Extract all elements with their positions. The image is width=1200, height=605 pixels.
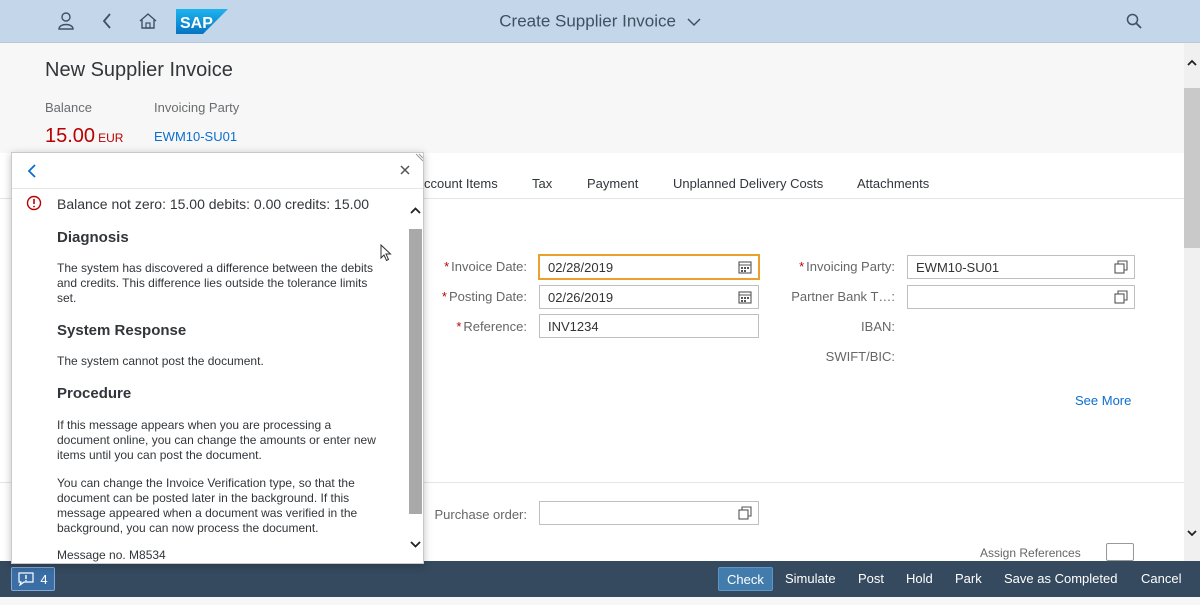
message-popover-button[interactable]: 4 — [11, 567, 55, 591]
popover-header — [12, 153, 423, 189]
footer-toolbar: 4 Check Simulate Post Hold Park Save as … — [0, 561, 1200, 597]
invoicing-party-field[interactable]: EWM10-SU01 — [907, 255, 1135, 279]
popover-body: Balance not zero: 15.00 debits: 0.00 cre… — [12, 189, 408, 563]
error-icon — [26, 195, 42, 211]
system-response-text: The system cannot post the document. — [57, 354, 264, 368]
procedure-text-1: If this message appears when you are pro… — [57, 418, 376, 462]
popover-scroll-thumb[interactable] — [409, 229, 422, 514]
tab-attachments[interactable]: Attachments — [857, 176, 929, 191]
check-button[interactable]: Check — [718, 567, 773, 591]
party-value-link[interactable]: EWM10-SU01 — [154, 129, 237, 144]
search-icon[interactable] — [1122, 10, 1146, 32]
invoice-date-field[interactable]: 02/28/2019 — [539, 255, 759, 279]
tab-tax[interactable]: Tax — [532, 176, 552, 191]
balance-currency: EUR — [98, 131, 124, 145]
swift-label: SWIFT/BIC: — [825, 349, 895, 364]
error-message: Balance not zero: 15.00 debits: 0.00 cre… — [57, 196, 370, 212]
mouse-cursor-icon — [380, 244, 392, 262]
value-help-icon[interactable] — [1114, 260, 1128, 274]
message-icon — [18, 572, 34, 586]
scroll-down-icon[interactable] — [1186, 527, 1198, 539]
chevron-down-icon — [687, 17, 701, 26]
procedure-heading: Procedure — [57, 385, 132, 402]
value-help-icon[interactable] — [738, 506, 752, 520]
posting-date-label: * Posting Date: — [441, 289, 527, 304]
hold-button[interactable]: Hold — [906, 567, 933, 591]
back-icon[interactable] — [24, 163, 40, 179]
message-popover: Balance not zero: 15.00 debits: 0.00 cre… — [11, 152, 424, 564]
resize-handle-icon[interactable] — [414, 153, 424, 163]
balance-label: Balance — [45, 100, 92, 115]
scroll-up-icon[interactable] — [1186, 57, 1198, 69]
message-count: 4 — [40, 571, 48, 587]
system-response-heading: System Response — [57, 322, 187, 339]
partner-bank-label: Partner Bank T…: — [791, 289, 895, 304]
app-title-text: Create Supplier Invoice — [499, 11, 676, 31]
scroll-up-icon[interactable] — [409, 205, 422, 217]
calendar-icon[interactable] — [738, 260, 752, 274]
scroll-down-icon[interactable] — [409, 538, 422, 550]
see-more-link[interactable]: See More — [1075, 393, 1131, 408]
popover-scrollbar[interactable] — [408, 189, 423, 563]
park-button[interactable]: Park — [955, 567, 982, 591]
value-help-icon[interactable] — [1114, 290, 1128, 304]
app-title[interactable]: Create Supplier Invoice — [0, 11, 1200, 32]
reference-label: * Reference: — [456, 319, 527, 334]
posting-date-field[interactable]: 02/26/2019 — [539, 285, 759, 309]
assign-references-label: Assign References — [980, 546, 1081, 560]
save-as-completed-button[interactable]: Save as Completed — [1004, 567, 1117, 591]
object-header: New Supplier Invoice Balance Invoicing P… — [0, 43, 1184, 153]
close-icon[interactable] — [398, 163, 412, 177]
procedure-text-2: You can change the Invoice Verification … — [57, 476, 358, 535]
reference-field[interactable]: INV1234 — [539, 314, 759, 338]
invoice-date-label: * Invoice Date: — [444, 259, 527, 274]
cancel-button[interactable]: Cancel — [1141, 567, 1181, 591]
balance-amount: 15.00 — [45, 125, 96, 147]
simulate-button[interactable]: Simulate — [785, 567, 836, 591]
balance-value: 15.00 EUR — [45, 125, 123, 148]
tab-account-items[interactable]: ccount Items — [424, 176, 498, 191]
diagnosis-text: The system has discovered a difference b… — [57, 261, 373, 305]
tab-payment[interactable]: Payment — [587, 176, 638, 191]
message-number: Message no. M8534 — [57, 548, 166, 562]
partner-bank-field[interactable] — [907, 285, 1135, 309]
assign-references-button[interactable] — [1106, 543, 1134, 561]
calendar-icon[interactable] — [738, 290, 752, 304]
party-label: Invoicing Party — [154, 100, 240, 115]
tab-unplanned-delivery-costs[interactable]: Unplanned Delivery Costs — [673, 176, 823, 191]
page-scroll-thumb[interactable] — [1184, 88, 1200, 248]
page-scrollbar[interactable] — [1184, 43, 1200, 561]
page-title: New Supplier Invoice — [45, 59, 233, 81]
diagnosis-heading: Diagnosis — [57, 229, 129, 246]
iban-label: IBAN: — [861, 319, 895, 334]
post-button[interactable]: Post — [858, 567, 884, 591]
invoicing-party-label: * Invoicing Party: — [799, 259, 895, 274]
shell-bar: SAP Create Supplier Invoice — [0, 0, 1200, 43]
purchase-order-field[interactable] — [539, 501, 759, 525]
